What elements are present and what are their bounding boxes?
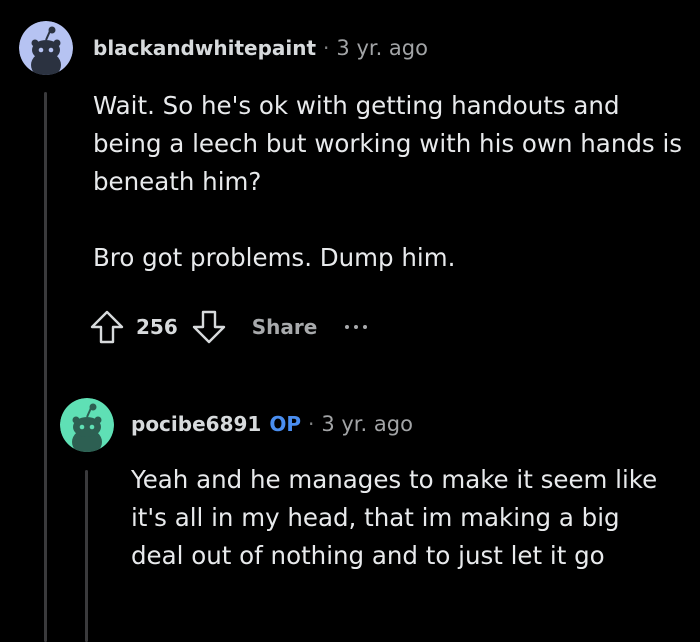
thread-line[interactable]	[85, 470, 88, 642]
snoo-avatar-icon	[60, 398, 114, 452]
username[interactable]: pocibe6891	[131, 412, 261, 436]
thread-line[interactable]	[44, 92, 47, 642]
upvote-button[interactable]	[88, 308, 126, 346]
comment-paragraph: Bro got problems. Dump him.	[93, 243, 456, 272]
comment-meta: pocibe6891 OP · 3 yr. ago	[131, 412, 413, 436]
comment-body: Yeah and he manages to make it seem like…	[131, 461, 661, 575]
comment-body: Wait. So he's ok with getting handouts a…	[93, 87, 683, 277]
ellipsis-icon	[345, 325, 350, 329]
comment-actions: 256 Share	[88, 307, 368, 347]
op-badge: OP	[269, 412, 301, 436]
comment-meta: blackandwhitepaint · 3 yr. ago	[93, 36, 428, 60]
avatar[interactable]	[60, 398, 114, 452]
username[interactable]: blackandwhitepaint	[93, 36, 316, 60]
arrow-down-outline-icon	[192, 310, 225, 344]
vote-score: 256	[136, 315, 178, 339]
comment-thread: blackandwhitepaint · 3 yr. ago Wait. So …	[0, 0, 700, 642]
arrow-up-outline-icon	[90, 310, 124, 344]
comment-paragraph: Yeah and he manages to make it seem like…	[131, 465, 658, 570]
timestamp[interactable]: 3 yr. ago	[336, 36, 428, 60]
snoo-avatar-icon	[19, 21, 73, 75]
avatar[interactable]	[19, 21, 73, 75]
separator-dot: ·	[307, 412, 315, 436]
more-options-button[interactable]	[345, 325, 368, 329]
comment-paragraph: Wait. So he's ok with getting handouts a…	[93, 91, 683, 196]
share-button[interactable]: Share	[252, 315, 318, 339]
timestamp[interactable]: 3 yr. ago	[321, 412, 413, 436]
downvote-button[interactable]	[190, 308, 228, 346]
separator-dot: ·	[323, 36, 330, 60]
